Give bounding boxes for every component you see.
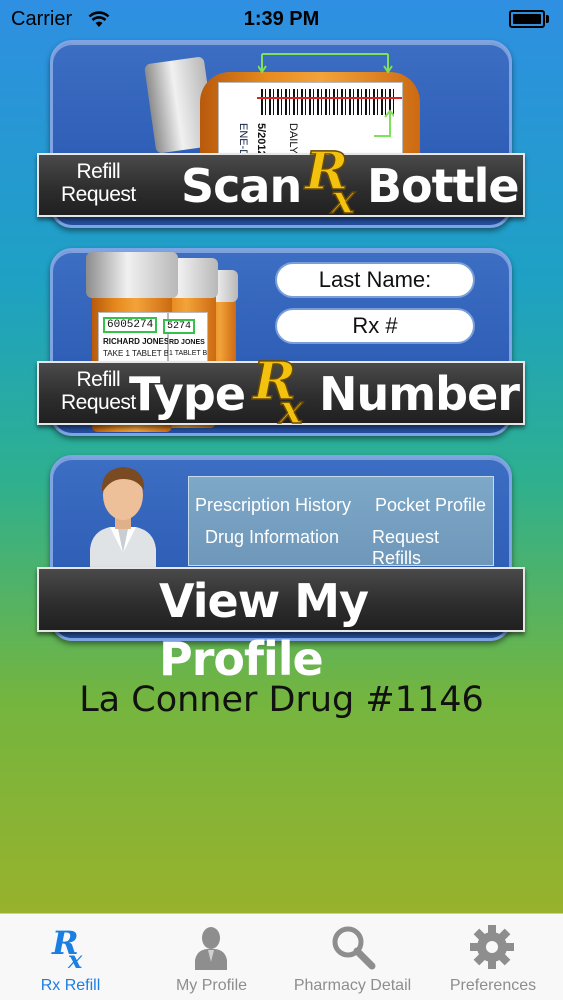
tab-rx-refill-label: Rx Refill: [40, 977, 101, 994]
rx-logo-icon: R x: [302, 141, 357, 215]
scan-word: Scan: [181, 159, 302, 213]
refill-request-label: Refill Request: [61, 160, 136, 206]
tab-bar: R x Rx Refill My Profile Pharmacy Detail: [0, 913, 563, 1000]
rx-number-field[interactable]: Rx #: [275, 308, 475, 344]
profile-menu-box: Prescription History Pocket Profile Drug…: [188, 476, 494, 569]
rx-icon: R x: [51, 924, 83, 970]
bottle-patient-name-2: RD JONES: [169, 339, 205, 346]
store-name: La Conner Drug #1146: [79, 680, 484, 720]
svg-text:x: x: [278, 386, 304, 425]
drug-information-item[interactable]: Drug Information: [205, 527, 339, 548]
bottle-rx-number-2: 5274: [163, 319, 196, 334]
bottle-patient-name-1: RICHARD JONES: [103, 337, 170, 346]
scan-guide-side-icon: [374, 109, 394, 137]
view-profile-banner[interactable]: View My Profile: [37, 567, 525, 686]
bottle-label-text-2: 5/2012: [255, 123, 267, 157]
svg-text:x: x: [67, 945, 83, 970]
status-bar: Carrier 1:39 PM: [0, 0, 563, 38]
person-avatar-icon: [90, 467, 156, 569]
gear-icon: [470, 925, 514, 969]
view-profile-title: View My Profile: [159, 574, 369, 686]
bottle-instructions-1: TAKE 1 TABLET B: [103, 349, 170, 358]
bottle-label-text-3: DAILY: [287, 123, 299, 154]
number-word: Number: [319, 367, 520, 421]
tab-rx-refill[interactable]: R x Rx Refill: [0, 914, 141, 1000]
last-name-field[interactable]: Last Name:: [275, 262, 475, 298]
type-number-banner[interactable]: Refill Request Type R x Number: [37, 351, 525, 425]
bottle-rx-number-1: 6005274: [103, 317, 158, 333]
rx-logo-icon: R x: [250, 351, 305, 425]
request-refills-item[interactable]: Request Refills: [372, 527, 493, 569]
refill-request-label: Refill Request: [61, 368, 136, 414]
tab-my-profile-label: My Profile: [175, 977, 248, 994]
tab-preferences[interactable]: Preferences: [423, 914, 563, 1000]
tab-pharmacy-detail[interactable]: Pharmacy Detail: [282, 914, 423, 1000]
scan-bottle-banner[interactable]: Refill Request Scan R x Bottle: [37, 141, 525, 217]
pocket-profile-item[interactable]: Pocket Profile: [375, 495, 486, 516]
battery-icon: [509, 10, 549, 28]
bottle-word: Bottle: [367, 159, 520, 213]
svg-text:x: x: [330, 176, 356, 215]
tab-pharmacy-detail-label: Pharmacy Detail: [293, 977, 412, 994]
tab-preferences-label: Preferences: [449, 977, 537, 994]
bottle-instructions-2: 1 TABLET B: [169, 350, 208, 357]
tab-my-profile[interactable]: My Profile: [141, 914, 282, 1000]
magnifier-icon: [332, 926, 376, 970]
type-word: Type: [129, 367, 246, 421]
clock: 1:39 PM: [243, 8, 320, 30]
person-icon: [195, 927, 227, 970]
prescription-history-item[interactable]: Prescription History: [195, 495, 351, 516]
scan-guide-top-icon: [258, 53, 393, 74]
